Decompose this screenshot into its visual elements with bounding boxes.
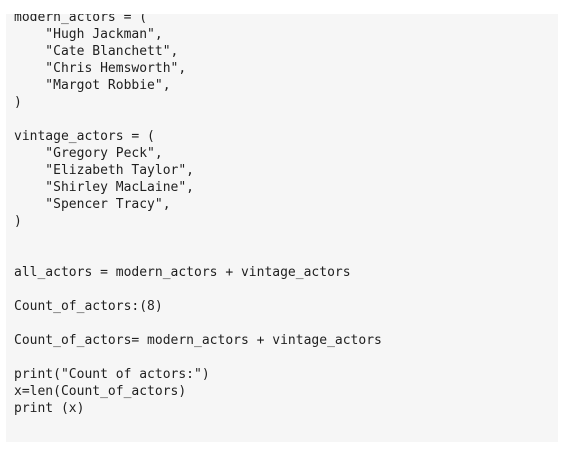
code-line: modern_actors = ( [14, 14, 148, 25]
code-line: all_actors = modern_actors + vintage_act… [14, 265, 351, 280]
code-block: modern_actors = ( "Hugh Jackman", "Cate … [6, 14, 558, 442]
code-line: "Hugh Jackman", [14, 27, 163, 42]
code-line: x=len(Count_of_actors) [14, 384, 187, 399]
code-line: ) [14, 95, 22, 110]
code-line: "Margot Robbie", [14, 78, 171, 93]
code-lines: modern_actors = ( "Hugh Jackman", "Cate … [14, 14, 558, 417]
code-line: Count_of_actors= modern_actors + vintage… [14, 333, 382, 348]
code-line: "Cate Blanchett", [14, 44, 179, 59]
code-line: ) [14, 214, 22, 229]
code-line: print("Count of actors:") [14, 367, 210, 382]
code-line: "Chris Hemsworth", [14, 61, 187, 76]
code-line: "Elizabeth Taylor", [14, 163, 195, 178]
code-line: Count_of_actors:(8) [14, 299, 163, 314]
code-line: "Gregory Peck", [14, 146, 163, 161]
code-line: "Spencer Tracy", [14, 197, 171, 212]
code-line: print (x) [14, 401, 85, 416]
code-line: "Shirley MacLaine", [14, 180, 195, 195]
code-line: vintage_actors = ( [14, 129, 155, 144]
